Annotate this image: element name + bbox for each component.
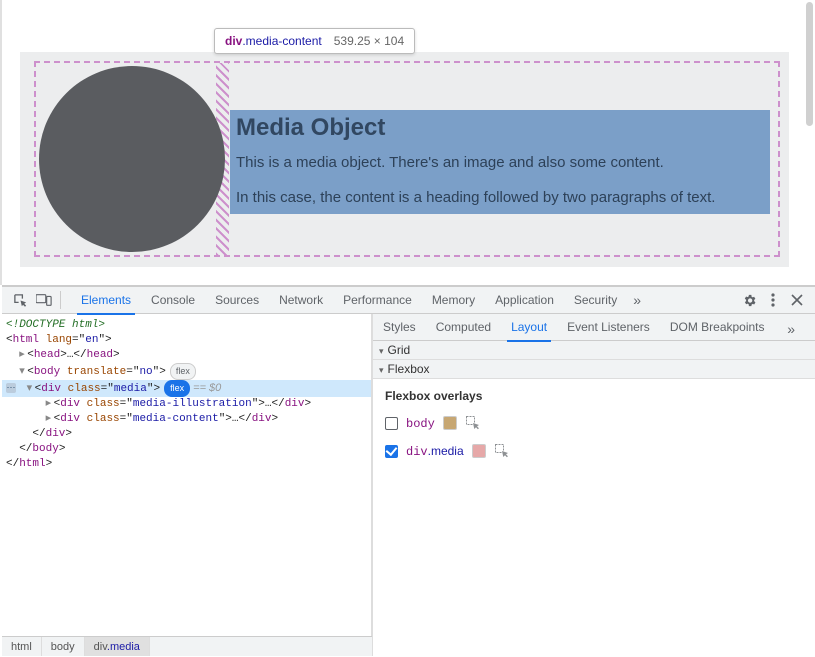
- tab-sources[interactable]: Sources: [205, 287, 269, 314]
- more-tabs-icon[interactable]: »: [627, 292, 647, 308]
- media-illustration-circle: [39, 66, 225, 252]
- flexbox-overlays-heading: Flexbox overlays: [385, 389, 803, 403]
- highlight-element-icon[interactable]: [494, 443, 510, 459]
- devtools-panel: ElementsConsoleSourcesNetworkPerformance…: [2, 285, 815, 656]
- section-flexbox-header[interactable]: Flexbox: [373, 360, 815, 379]
- inspect-element-icon[interactable]: [8, 288, 32, 312]
- side-tab-styles[interactable]: Styles: [373, 314, 426, 341]
- section-flexbox-label: Flexbox: [388, 362, 430, 376]
- page-scrollbar-thumb[interactable]: [806, 2, 813, 126]
- overlay-color-swatch[interactable]: [472, 444, 486, 458]
- breadcrumb-item[interactable]: html: [2, 637, 42, 656]
- tab-console[interactable]: Console: [141, 287, 205, 314]
- flex-overlay-row: div.media: [385, 443, 803, 459]
- tab-application[interactable]: Application: [485, 287, 564, 314]
- side-tab-dom-breakpoints[interactable]: DOM Breakpoints: [660, 314, 775, 341]
- tooltip-dimensions: 539.25 × 104: [334, 34, 404, 48]
- section-grid-label: Grid: [388, 343, 411, 357]
- devtools-toolbar: ElementsConsoleSourcesNetworkPerformance…: [2, 287, 815, 314]
- flex-overlay-row: body: [385, 415, 803, 431]
- overlay-checkbox[interactable]: [385, 417, 398, 430]
- close-icon[interactable]: [785, 288, 809, 312]
- breadcrumb-item[interactable]: body: [42, 637, 85, 656]
- media-paragraph-2: In this case, the content is a heading f…: [236, 189, 776, 206]
- sidebar-tabs: StylesComputedLayoutEvent ListenersDOM B…: [373, 314, 815, 341]
- tab-memory[interactable]: Memory: [422, 287, 485, 314]
- media-heading: Media Object: [236, 114, 776, 142]
- dom-tree-panel[interactable]: <!DOCTYPE html> <html lang="en"> ▸<head>…: [2, 314, 372, 656]
- flex-badge[interactable]: flex: [170, 363, 196, 380]
- breadcrumb-item[interactable]: div.media: [85, 637, 150, 656]
- overlay-element-name: div.media: [406, 444, 464, 459]
- overlay-checkbox[interactable]: [385, 445, 398, 458]
- kebab-menu-icon[interactable]: [761, 288, 785, 312]
- overlay-color-swatch[interactable]: [443, 416, 457, 430]
- rendered-page-preview: Media Object This is a media object. The…: [0, 0, 815, 285]
- side-tab-computed[interactable]: Computed: [426, 314, 501, 341]
- tab-elements[interactable]: Elements: [71, 287, 141, 314]
- device-toolbar-icon[interactable]: [32, 288, 56, 312]
- flex-badge-active[interactable]: flex: [164, 380, 190, 397]
- more-side-tabs-icon[interactable]: »: [781, 321, 801, 337]
- media-paragraph-1: This is a media object. There's an image…: [236, 154, 776, 171]
- element-tooltip: div.media-content 539.25 × 104: [214, 28, 415, 54]
- tooltip-selector: div.media-content: [225, 34, 322, 48]
- tab-performance[interactable]: Performance: [333, 287, 422, 314]
- media-content-text: Media Object This is a media object. The…: [236, 114, 776, 224]
- sidebar-panel: StylesComputedLayoutEvent ListenersDOM B…: [372, 314, 815, 656]
- tab-network[interactable]: Network: [269, 287, 333, 314]
- section-grid-header[interactable]: Grid: [373, 341, 815, 360]
- highlight-element-icon[interactable]: [465, 415, 481, 431]
- disclosure-triangle-icon: [379, 362, 384, 376]
- side-tab-event-listeners[interactable]: Event Listeners: [557, 314, 660, 341]
- flexbox-section-body: Flexbox overlays body div.media: [373, 379, 815, 481]
- dom-selected-node[interactable]: ▾<div class="media">flex == $0: [2, 380, 371, 397]
- disclosure-triangle-icon: [379, 343, 384, 357]
- dom-breadcrumbs[interactable]: htmlbodydiv.media: [2, 636, 372, 656]
- media-container: Media Object This is a media object. The…: [20, 52, 789, 267]
- devtools-main-tabs: ElementsConsoleSourcesNetworkPerformance…: [71, 287, 627, 314]
- settings-gear-icon[interactable]: [737, 288, 761, 312]
- side-tab-layout[interactable]: Layout: [501, 314, 557, 341]
- overlay-element-name: body: [406, 416, 435, 431]
- tab-security[interactable]: Security: [564, 287, 627, 314]
